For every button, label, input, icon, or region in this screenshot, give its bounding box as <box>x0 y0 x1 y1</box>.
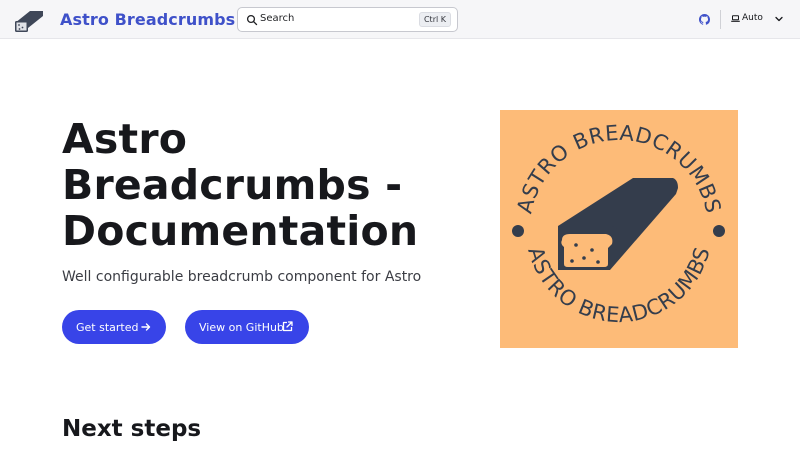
external-link-icon <box>282 321 293 332</box>
logo-dot-right <box>713 225 725 237</box>
view-on-github-button[interactable]: View on GitHub <box>185 310 309 344</box>
header-divider <box>720 10 721 29</box>
top-navigation-bar: Astro Breadcrumbs Search Ctrl K Auto <box>0 0 800 39</box>
view-on-github-label: View on GitHub <box>199 320 284 334</box>
hero-tagline: Well configurable breadcrumb component f… <box>62 269 422 285</box>
site-title: Astro Breadcrumbs <box>60 10 236 29</box>
get-started-label: Get started <box>76 320 139 334</box>
hero-logo-image: ASTRO BREADCRUMBS ASTRO BREADCRUMBS <box>500 110 738 348</box>
theme-select-value: Auto <box>742 13 763 23</box>
search-shortcut-hint: Ctrl K <box>418 12 451 27</box>
get-started-button[interactable]: Get started <box>62 310 166 344</box>
logo-dot-left <box>512 225 524 237</box>
theme-select[interactable]: Auto <box>731 13 763 23</box>
site-title-link[interactable]: Astro Breadcrumbs <box>14 6 235 33</box>
github-icon[interactable] <box>699 14 710 25</box>
search-placeholder: Search <box>260 13 295 24</box>
next-steps-heading: Next steps <box>62 416 202 442</box>
bread-logo-icon <box>15 11 43 32</box>
chevron-down-icon[interactable] <box>775 16 783 22</box>
hero-title: Astro Breadcrumbs - Documentation <box>62 115 419 255</box>
laptop-icon <box>731 14 740 22</box>
arrow-right-icon <box>141 323 151 331</box>
search-icon <box>246 14 258 26</box>
search-button[interactable]: Search Ctrl K <box>237 7 458 32</box>
